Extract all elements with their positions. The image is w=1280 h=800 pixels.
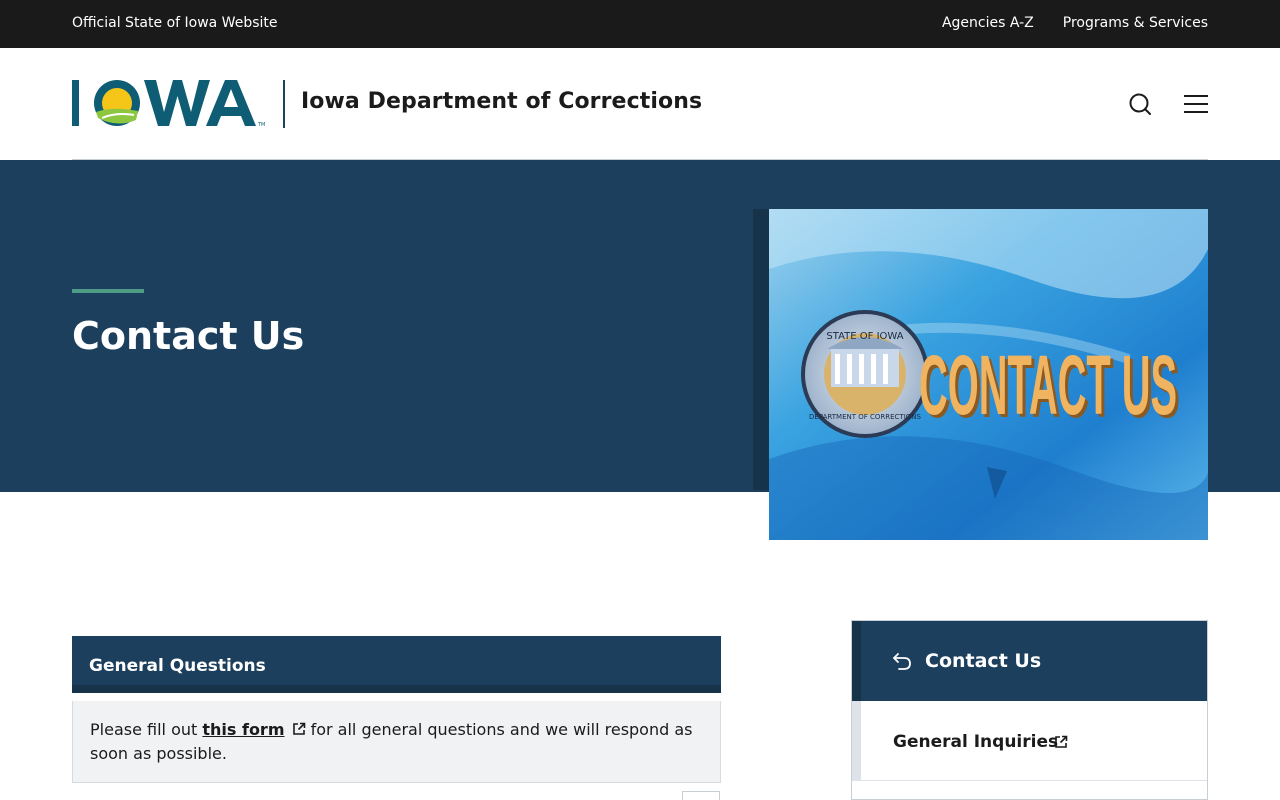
external-link-icon [1055, 735, 1068, 748]
sidebar-item-label: General Inquiries [893, 732, 1059, 752]
this-form-link-label: this form [202, 720, 285, 739]
agency-name-link[interactable]: Iowa Department of Corrections [301, 89, 702, 114]
section-sidebar: Contact Us General Inquiries [851, 620, 1208, 800]
gq-text-before: Please fill out [90, 720, 198, 739]
logo-divider [283, 80, 285, 128]
utility-links: Agencies A-Z Programs & Services [942, 15, 1208, 31]
sidebar-item-general-inquiries[interactable]: General Inquiries [852, 701, 1207, 781]
page-title: Contact Us [72, 314, 305, 358]
contact-us-banner-image: STATE OF IOWA DEPARTMENT OF CORRECTIONS … [769, 209, 1208, 540]
site-header: TM Iowa Department of Corrections [0, 48, 1280, 160]
sidebar-title: Contact Us [925, 650, 1042, 672]
utility-bar: Official State of Iowa Website Agencies … [0, 0, 1280, 48]
general-questions-title: General Questions [89, 656, 266, 676]
iowa-logo[interactable]: TM [72, 78, 272, 130]
accordion-toggle-button[interactable] [682, 791, 720, 800]
seal-top-text: STATE OF IOWA [826, 331, 903, 342]
seal-bottom-text: DEPARTMENT OF CORRECTIONS [809, 413, 921, 421]
agencies-az-link[interactable]: Agencies A-Z [942, 15, 1034, 31]
hero-image: STATE OF IOWA DEPARTMENT OF CORRECTIONS … [769, 209, 1208, 540]
hero-image-shadow [753, 209, 769, 490]
banner-caption-text: CONTACT US [919, 338, 1177, 432]
programs-services-link[interactable]: Programs & Services [1063, 15, 1208, 31]
general-questions-header: General Questions [72, 636, 721, 693]
hero-accent-bar [72, 289, 144, 293]
this-form-link[interactable]: this form [202, 720, 305, 739]
general-questions-card: General Questions Please fill out this f… [72, 636, 721, 783]
svg-text:TM: TM [257, 122, 265, 128]
back-arrow-icon [893, 653, 911, 670]
iowa-logo-icon: TM [72, 80, 265, 128]
external-link-icon [292, 722, 305, 735]
search-button[interactable] [1126, 90, 1154, 118]
menu-button[interactable] [1182, 92, 1210, 116]
official-site-label: Official State of Iowa Website [72, 15, 278, 31]
hamburger-menu-icon [1184, 95, 1208, 113]
search-icon [1129, 93, 1151, 115]
sidebar-back-link[interactable]: Contact Us [852, 621, 1207, 701]
general-questions-body: Please fill out this form for all genera… [72, 701, 721, 783]
